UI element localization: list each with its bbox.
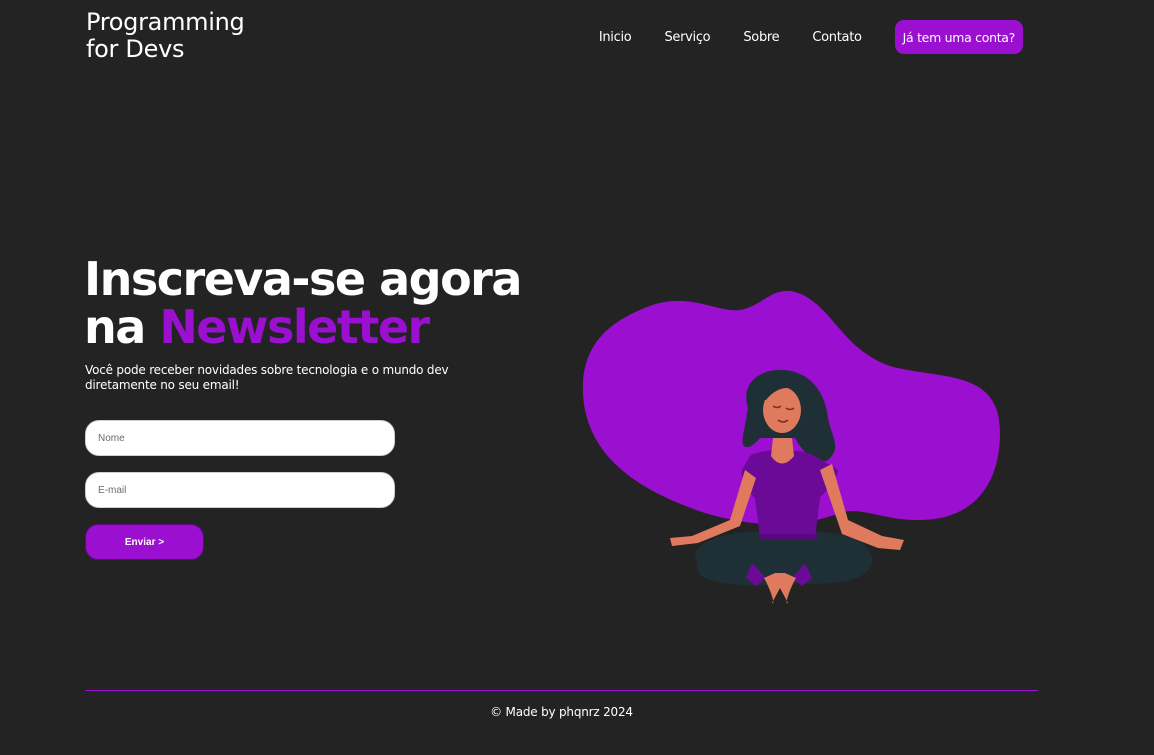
hero-title-prefix: na [84,300,160,354]
site-logo[interactable]: Programming for Devs [86,9,286,63]
nav-link-contato[interactable]: Contato [812,30,862,45]
toes-shape [764,573,796,604]
name-input[interactable] [85,420,395,456]
nav-link-inicio[interactable]: Inicio [599,30,632,45]
hero-title-line-1: Inscreva-se agora [84,252,522,306]
hero-title-accent: Newsletter [159,300,430,354]
nav-link-servico[interactable]: Serviço [664,30,710,45]
logo-line-1: Programming [86,8,245,36]
nav-link-sobre[interactable]: Sobre [743,30,779,45]
email-input[interactable] [85,472,395,508]
hero-subtitle: Você pode receber novidades sobre tecnol… [85,363,449,392]
waistband-shape [760,534,818,540]
neck-shape [771,438,794,464]
main-nav: Inicio Serviço Sobre Contato Já tem uma … [599,20,1023,54]
meditating-woman-illustration [582,290,1000,604]
logo-line-2: for Devs [86,35,185,63]
footer-divider [85,690,1038,691]
hero-title: Inscreva-se agora na Newsletter [84,252,522,354]
account-login-button[interactable]: Já tem uma conta? [894,20,1023,54]
footer-credits: © Made by phqnrz 2024 [490,705,633,719]
newsletter-page: Programming for Devs Inicio Serviço Sobr… [0,0,1154,755]
submit-button[interactable]: Enviar > [85,524,204,560]
